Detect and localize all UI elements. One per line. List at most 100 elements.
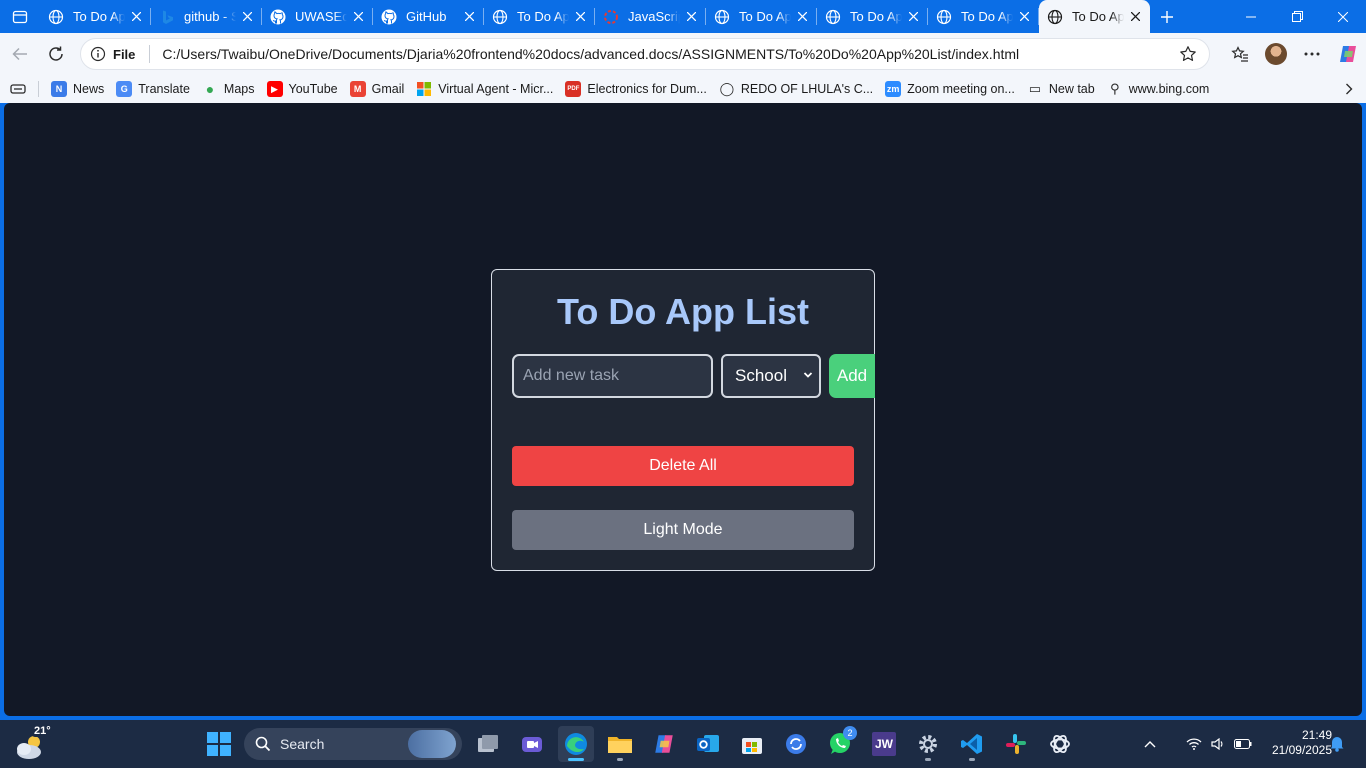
taskbar-chatgpt[interactable]	[1042, 726, 1078, 762]
tab-9[interactable]: To Do App List	[928, 0, 1039, 33]
tab-title: JavaScript	[628, 9, 680, 24]
taskbar-edge[interactable]	[558, 726, 594, 762]
start-button[interactable]	[207, 732, 231, 756]
close-tab-button[interactable]	[125, 6, 147, 28]
tab-1[interactable]: To Do App List	[40, 0, 151, 33]
taskbar-file-explorer[interactable]	[602, 726, 638, 762]
minimize-icon	[1246, 16, 1256, 17]
site-info-button[interactable]: File	[90, 46, 149, 62]
battery-icon[interactable]	[1234, 739, 1252, 749]
add-task-button[interactable]: Add	[829, 354, 875, 398]
category-select[interactable]: School	[721, 354, 821, 398]
weather-temperature: 21°	[32, 725, 53, 737]
tab-4[interactable]: GitHub	[373, 0, 484, 33]
chevron-up-icon[interactable]	[1144, 740, 1156, 748]
tab-10[interactable]: To Do App List	[1039, 0, 1150, 33]
tab-2[interactable]: github - Search	[151, 0, 262, 33]
copilot-button[interactable]	[1330, 36, 1366, 72]
taskbar-outlook[interactable]	[690, 726, 726, 762]
taskbar-update[interactable]	[778, 726, 814, 762]
github-icon	[381, 9, 397, 25]
tab-title: UWASEdjaria	[295, 9, 347, 24]
url-text[interactable]: C:/Users/Twaibu/OneDrive/Documents/Djari…	[162, 46, 1019, 62]
favorite-4[interactable]: ▶ YouTube	[261, 77, 344, 101]
weather-widget[interactable]: 21°	[14, 725, 54, 762]
favorite-label: News	[73, 82, 105, 96]
favorite-label: Gmail	[371, 82, 405, 96]
new-tab-button[interactable]	[1150, 0, 1184, 33]
close-tab-button[interactable]	[791, 6, 813, 28]
back-button[interactable]	[2, 36, 38, 72]
close-tab-button[interactable]	[236, 6, 258, 28]
favorite-star-button[interactable]	[1177, 43, 1199, 65]
taskbar-search[interactable]: Search	[244, 728, 462, 760]
task-view-icon	[478, 735, 498, 752]
taskbar-jw-library[interactable]: JW	[866, 726, 902, 762]
plus-icon	[1161, 10, 1173, 23]
sync-icon	[786, 734, 806, 754]
new-tab-icon: ▭	[1028, 81, 1041, 96]
favorite-8[interactable]: ◯ REDO OF LHULA's C...	[713, 77, 879, 101]
tab-6[interactable]: JavaScript	[595, 0, 706, 33]
close-tab-button[interactable]	[347, 6, 369, 28]
tab-7[interactable]: To Do App List	[706, 0, 817, 33]
notification-badge: 2	[843, 726, 857, 740]
translate-icon: G	[116, 81, 133, 97]
store-icon	[742, 738, 762, 754]
page-viewport: To Do App List School Add Delete All Lig…	[4, 103, 1362, 716]
taskbar-copilot[interactable]	[646, 726, 682, 762]
favorite-1[interactable]: N News	[45, 77, 110, 101]
taskbar-slack[interactable]	[998, 726, 1034, 762]
close-icon	[797, 12, 807, 21]
profile-avatar[interactable]	[1265, 43, 1287, 65]
tab-3[interactable]: UWASEdjaria	[262, 0, 373, 33]
notification-bell-icon[interactable]	[1329, 734, 1345, 752]
taskbar-store[interactable]	[734, 726, 770, 762]
tab-5[interactable]: To Do App List	[484, 0, 595, 33]
favorites-button[interactable]	[1222, 36, 1258, 72]
favorite-10[interactable]: ▭ New tab	[1021, 77, 1101, 101]
favorite-6[interactable]: Virtual Agent - Micr...	[410, 77, 559, 101]
settings-more-button[interactable]	[1294, 36, 1330, 72]
delete-all-button[interactable]: Delete All	[512, 446, 854, 486]
taskbar-meet[interactable]	[514, 726, 550, 762]
volume-icon[interactable]	[1211, 738, 1225, 750]
close-tab-button[interactable]	[902, 6, 924, 28]
tab-actions-button[interactable]	[0, 0, 40, 33]
running-indicator	[969, 758, 975, 761]
gmail-icon: M	[349, 81, 366, 97]
chatgpt-icon	[1050, 734, 1070, 754]
taskbar-task-view[interactable]	[470, 726, 506, 762]
favorite-11[interactable]: ⚲ www.bing.com	[1101, 77, 1216, 101]
taskbar-whatsapp[interactable]: 2	[822, 726, 858, 762]
favorite-9[interactable]: zm Zoom meeting on...	[879, 77, 1021, 101]
new-task-input[interactable]	[512, 354, 713, 398]
taskbar-vscode[interactable]	[954, 726, 990, 762]
theme-toggle-button[interactable]: Light Mode	[512, 510, 854, 550]
meet-icon	[522, 737, 542, 752]
microsoft-icon	[416, 81, 432, 97]
clock[interactable]: 21:49 21/09/2025	[1256, 728, 1332, 758]
restore-button[interactable]	[1274, 0, 1320, 33]
close-tab-button[interactable]	[680, 6, 702, 28]
collections-button[interactable]	[0, 77, 32, 101]
taskbar-settings[interactable]	[910, 726, 946, 762]
wifi-icon[interactable]	[1186, 738, 1202, 750]
restore-icon	[1291, 11, 1303, 22]
favorite-2[interactable]: G Translate	[110, 77, 196, 101]
close-tab-button[interactable]	[458, 6, 480, 28]
close-tab-button[interactable]	[569, 6, 591, 28]
favorite-3[interactable]: ● Maps	[196, 77, 261, 101]
tab-8[interactable]: To Do App List	[817, 0, 928, 33]
close-tab-button[interactable]	[1124, 6, 1146, 28]
favorites-bar: N News G Translate ● Maps ▶ YouTube M Gmail Virtua…	[0, 75, 1366, 103]
close-tab-button[interactable]	[1013, 6, 1035, 28]
globe-icon: ◯	[719, 81, 735, 96]
favorite-7[interactable]: PDF Electronics for Dum...	[559, 77, 712, 101]
favorite-5[interactable]: M Gmail	[344, 77, 411, 101]
close-window-button[interactable]	[1320, 0, 1366, 33]
more-favorites-button[interactable]	[1332, 83, 1366, 95]
omnibox[interactable]: File C:/Users/Twaibu/OneDrive/Documents/…	[80, 38, 1210, 70]
minimize-button[interactable]	[1228, 0, 1274, 33]
refresh-button[interactable]	[38, 36, 74, 72]
